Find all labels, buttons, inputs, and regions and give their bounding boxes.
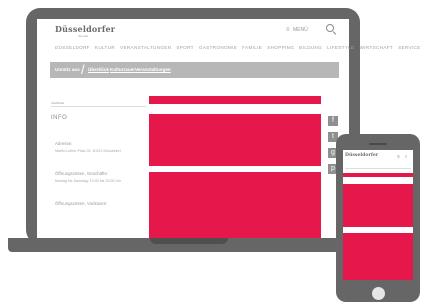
breadcrumb-separator: /: [81, 62, 85, 77]
laptop-notch: [150, 238, 228, 244]
hours-shops-title: Öffnungszeiten, Geschäfte:: [55, 171, 109, 176]
content-block: [149, 114, 321, 166]
hours-stalls-title: Öffnungszeiten, Voriküsen:: [55, 201, 108, 206]
phone-content-block: [343, 184, 413, 227]
facebook-icon[interactable]: f: [328, 116, 338, 126]
divider: [51, 106, 146, 107]
breadcrumb-item[interactable]: Kulturraum: [110, 67, 135, 72]
address-title: Adresse:: [55, 141, 73, 146]
phone-speaker: [369, 143, 387, 145]
phone-home-button[interactable]: [372, 287, 385, 300]
nav-item[interactable]: LIFESTYLE: [327, 45, 354, 50]
nav-item[interactable]: FAMILIE: [242, 45, 262, 50]
nav-item[interactable]: GASTRONOMIE: [199, 45, 237, 50]
phone-content-block: [343, 233, 413, 280]
nav-item[interactable]: SHOPPING: [267, 45, 294, 50]
address-value: Martin-Luther-Platz 26, 40212 Düsseldorf: [55, 149, 121, 153]
nav-item[interactable]: SERVICE: [398, 45, 421, 50]
phone-accent-banner: [343, 173, 413, 177]
info-heading: INFO: [51, 115, 68, 121]
hours-shops-value: Montag bis Samstag: 10:00 bis 20:00 Uhr: [55, 179, 122, 183]
nav-item[interactable]: BILDUNG: [299, 45, 322, 50]
site-logo-tagline: Journal: [78, 34, 88, 38]
nav-item[interactable]: VERANSTALTUNGEN: [120, 45, 171, 50]
content-block: [149, 172, 321, 238]
phone-divider: [345, 168, 411, 169]
breadcrumb-first[interactable]: Unnütz aus: [55, 67, 80, 72]
breadcrumb-item[interactable]: Veranstaltungen: [135, 67, 171, 72]
breadcrumb-item[interactable]: Überblick: [88, 67, 109, 72]
main-nav: DÜSSELDORF KULTUR VERANSTALTUNGEN SPORT …: [55, 45, 420, 50]
phone-logo[interactable]: Düsseldorfer: [345, 153, 378, 158]
nav-item[interactable]: SPORT: [176, 45, 194, 50]
nav-item[interactable]: KULTUR: [95, 45, 115, 50]
accent-banner: [149, 96, 321, 104]
menu-button[interactable]: MENÜ: [293, 27, 308, 33]
search-icon[interactable]: [326, 24, 334, 32]
nav-item[interactable]: DÜSSELDORF: [55, 45, 90, 50]
site-logo[interactable]: Düsseldorfer: [55, 24, 115, 34]
phone-menu-icon[interactable]: ≡: [405, 154, 407, 159]
phone-search-icon[interactable]: ⚲: [397, 154, 400, 159]
menu-icon[interactable]: ≡: [286, 27, 290, 33]
ad-label: ANZEIGE: [51, 101, 65, 105]
nav-item[interactable]: WIRTSCHAFT: [360, 45, 394, 50]
